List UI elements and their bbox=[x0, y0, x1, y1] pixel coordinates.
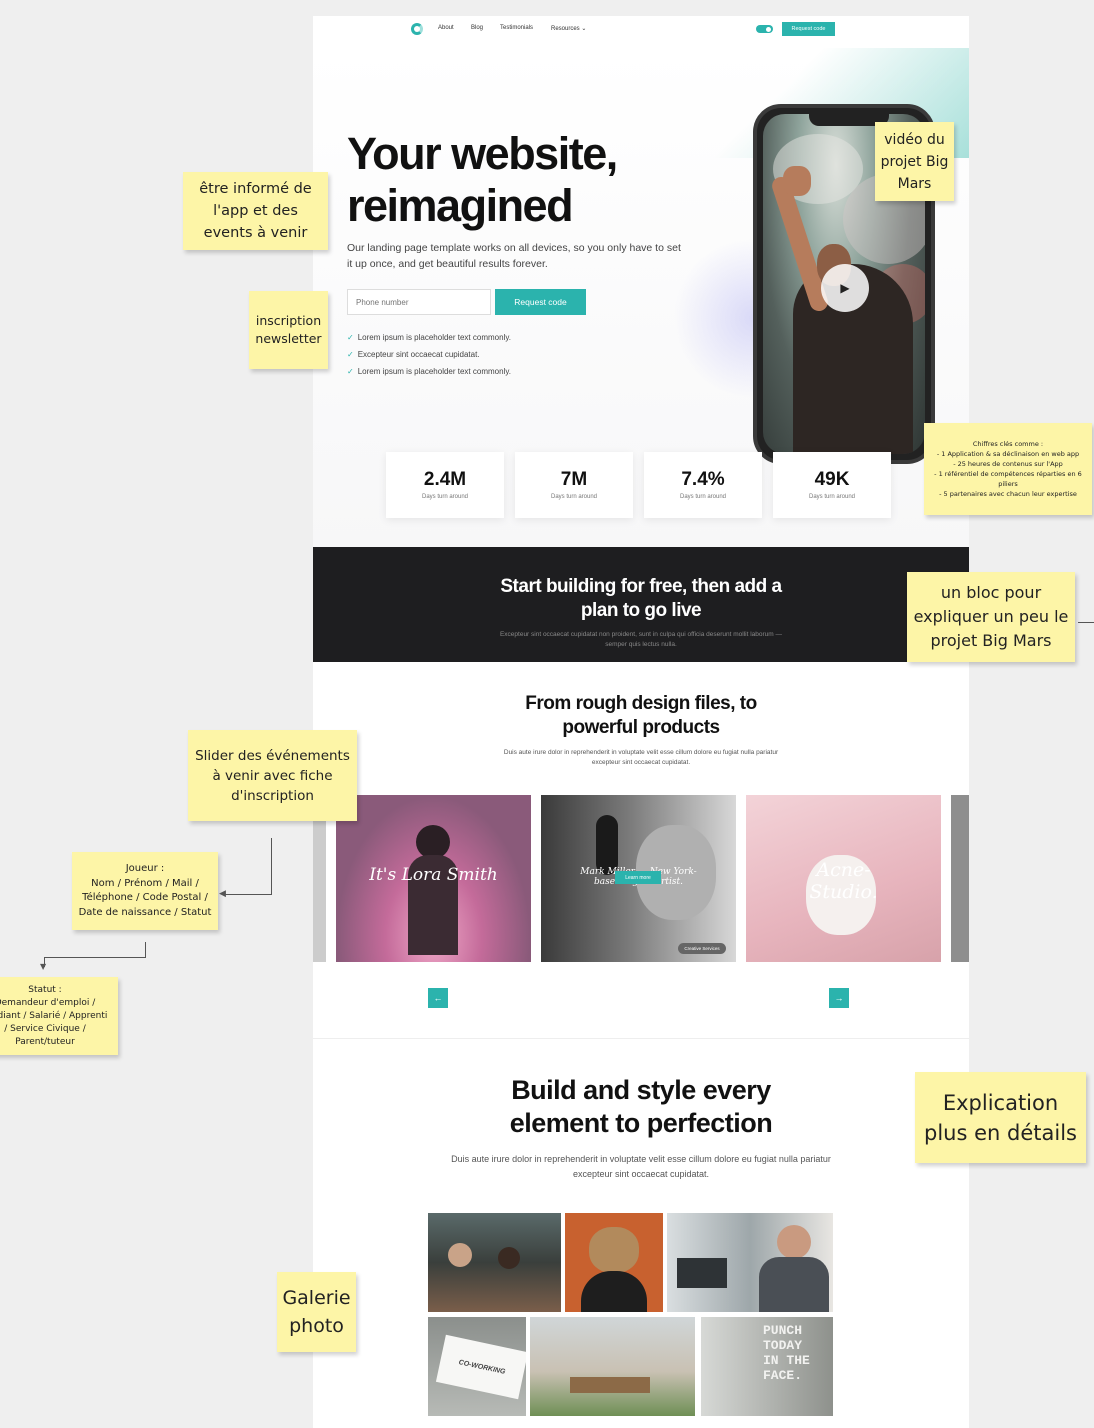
check-label: Lorem ipsum is placeholder text commonly… bbox=[357, 333, 511, 342]
cat-body-shape bbox=[581, 1271, 647, 1312]
stat-value: 7.4% bbox=[681, 469, 725, 490]
person-shape bbox=[498, 1247, 520, 1269]
note-text: Joueur : Nom / Prénom / Mail / Téléphone… bbox=[78, 863, 212, 918]
logo-icon[interactable] bbox=[411, 23, 423, 35]
nav-link-blog[interactable]: Blog bbox=[471, 25, 483, 31]
stat-label: Days turn around bbox=[808, 494, 856, 500]
hero-request-code-button[interactable]: Request code bbox=[495, 289, 586, 315]
check-icon: ✓ bbox=[347, 367, 354, 376]
sticky-note-galerie: Galerie photo bbox=[277, 1272, 356, 1352]
hero-description: Our landing page template works on all d… bbox=[347, 242, 681, 270]
stat-card: 7.4% Days turn around bbox=[644, 452, 762, 518]
arrow-head-icon: ▼ bbox=[40, 962, 47, 971]
table-shape bbox=[570, 1377, 650, 1393]
note-text: Explication plus en détails bbox=[924, 1090, 1077, 1145]
stat-value: 49K bbox=[814, 469, 850, 490]
note-text: Galerie photo bbox=[282, 1287, 351, 1337]
products-description: Duis aute irure dolor in reprehenderit i… bbox=[503, 749, 779, 766]
check-label: Excepteur sint occaecat cupidatat. bbox=[357, 350, 480, 359]
punch-poster-text: PUNCH TODAY IN THE FACE. bbox=[763, 1323, 810, 1383]
event-slide[interactable]: Mark Miller — New York-based digital art… bbox=[541, 795, 736, 962]
check-item: ✓ Excepteur sint occaecat cupidatat. bbox=[347, 350, 480, 359]
gallery-photo-cat[interactable] bbox=[565, 1213, 663, 1312]
stat-value: 2.4M bbox=[423, 469, 467, 490]
gallery-photo-courtyard[interactable] bbox=[530, 1317, 695, 1416]
build-description: Duis aute irure dolor in reprehenderit i… bbox=[451, 1154, 831, 1179]
event-slide[interactable]: Acne-Studio. bbox=[746, 795, 941, 962]
check-item: ✓ Lorem ipsum is placeholder text commonl… bbox=[347, 367, 511, 376]
theme-toggle[interactable] bbox=[756, 25, 773, 33]
phone-number-input[interactable] bbox=[347, 289, 491, 315]
connector-line bbox=[271, 838, 272, 895]
check-icon: ✓ bbox=[347, 333, 354, 342]
sticky-note-key-figures: Chiffres clés comme : - 1 Application & … bbox=[924, 423, 1092, 515]
hero-title: Your website, reimagined bbox=[347, 128, 618, 231]
gallery-photo-punch[interactable]: PUNCH TODAY IN THE FACE. bbox=[701, 1317, 833, 1416]
connector-line bbox=[145, 942, 146, 958]
person-shape bbox=[448, 1243, 472, 1267]
sticky-note-newsletter: inscription newsletter bbox=[249, 291, 328, 369]
note-text: Chiffres clés comme : - 1 Application & … bbox=[934, 440, 1082, 498]
stat-card: 2.4M Days turn around bbox=[386, 452, 504, 518]
nav-link-resources[interactable]: Resources ⌄ bbox=[551, 25, 586, 32]
stat-value: 7M bbox=[560, 469, 588, 490]
slide-title: Acne-Studio. bbox=[809, 859, 878, 903]
note-text: Statut : Demandeur d'emploi / Étudiant /… bbox=[0, 984, 108, 1047]
sticky-note-statut: Statut : Demandeur d'emploi / Étudiant /… bbox=[0, 977, 118, 1055]
slide-tag: Creative Services bbox=[678, 943, 726, 954]
check-label: Lorem ipsum is placeholder text commonly… bbox=[357, 367, 511, 376]
sticky-note-joueur: Joueur : Nom / Prénom / Mail / Téléphone… bbox=[72, 852, 218, 930]
note-text: être informé de l'app et des events à ve… bbox=[199, 181, 312, 241]
build-title: Build and style every element to perfect… bbox=[509, 1075, 773, 1138]
prev-arrow-icon[interactable]: ← bbox=[428, 988, 448, 1008]
play-icon[interactable]: ▶ bbox=[821, 264, 869, 312]
stat-card: 49K Days turn around bbox=[773, 452, 891, 518]
microphone-shape bbox=[596, 815, 618, 875]
connector-line bbox=[44, 957, 146, 958]
slide-peek-right bbox=[951, 795, 969, 962]
person-shape bbox=[777, 1225, 811, 1259]
gallery-photo-desk[interactable] bbox=[667, 1213, 833, 1312]
performer-hand bbox=[783, 166, 811, 196]
nav-link-about[interactable]: About bbox=[438, 25, 454, 31]
next-arrow-icon[interactable]: → bbox=[829, 988, 849, 1008]
note-text: Slider des événements à venir avec fiche… bbox=[195, 747, 350, 804]
cat-shape bbox=[589, 1227, 639, 1273]
check-icon: ✓ bbox=[347, 350, 354, 359]
connector-line bbox=[224, 894, 272, 895]
sticky-note-explication: Explication plus en détails bbox=[915, 1072, 1086, 1163]
check-item: ✓ Lorem ipsum is placeholder text commonl… bbox=[347, 333, 511, 342]
learn-more-button[interactable]: Learn more bbox=[615, 871, 661, 884]
connector-line bbox=[1078, 622, 1094, 623]
arrow-head-icon: ◀ bbox=[219, 889, 226, 899]
stat-label: Days turn around bbox=[679, 494, 727, 500]
top-nav: About Blog Testimonials Resources ⌄ Requ… bbox=[313, 16, 969, 48]
products-title: From rough design files, to powerful pro… bbox=[525, 693, 757, 738]
sticky-note-informed: être informé de l'app et des events à ve… bbox=[183, 172, 328, 250]
sticky-note-bloc: un bloc pour expliquer un peu le projet … bbox=[907, 572, 1075, 662]
sticky-note-video: vidéo du projet Big Mars bbox=[875, 122, 954, 201]
dark-cta-section: Start building for free, then add a plan… bbox=[313, 547, 969, 662]
section-divider bbox=[313, 1038, 969, 1039]
note-text: vidéo du projet Big Mars bbox=[880, 131, 949, 192]
dark-section-description: Excepteur sint occaecat cupidatat non pr… bbox=[499, 631, 783, 648]
person-body-shape bbox=[759, 1257, 829, 1312]
coworking-sign: CO-WORKING bbox=[435, 1334, 526, 1400]
stat-label: Days turn around bbox=[550, 494, 598, 500]
dark-section-title: Start building for free, then add a plan… bbox=[500, 576, 782, 621]
stat-label: Days turn around bbox=[421, 494, 469, 500]
hat-shape bbox=[416, 825, 450, 859]
slide-title: It's Lora Smith bbox=[369, 865, 498, 885]
event-slide[interactable]: It's Lora Smith bbox=[336, 795, 531, 962]
note-text: inscription newsletter bbox=[255, 313, 322, 346]
gallery-photo-office[interactable] bbox=[428, 1213, 561, 1312]
sticky-note-slider: Slider des événements à venir avec fiche… bbox=[188, 730, 357, 821]
gallery-photo-coworking[interactable]: CO-WORKING bbox=[428, 1317, 526, 1416]
monitor-shape bbox=[677, 1258, 727, 1288]
landing-page: About Blog Testimonials Resources ⌄ Requ… bbox=[313, 16, 969, 1428]
nav-request-code-button[interactable]: Request code bbox=[782, 22, 835, 36]
nav-link-testimonials[interactable]: Testimonials bbox=[500, 25, 533, 31]
stat-card: 7M Days turn around bbox=[515, 452, 633, 518]
note-text: un bloc pour expliquer un peu le projet … bbox=[913, 583, 1069, 650]
